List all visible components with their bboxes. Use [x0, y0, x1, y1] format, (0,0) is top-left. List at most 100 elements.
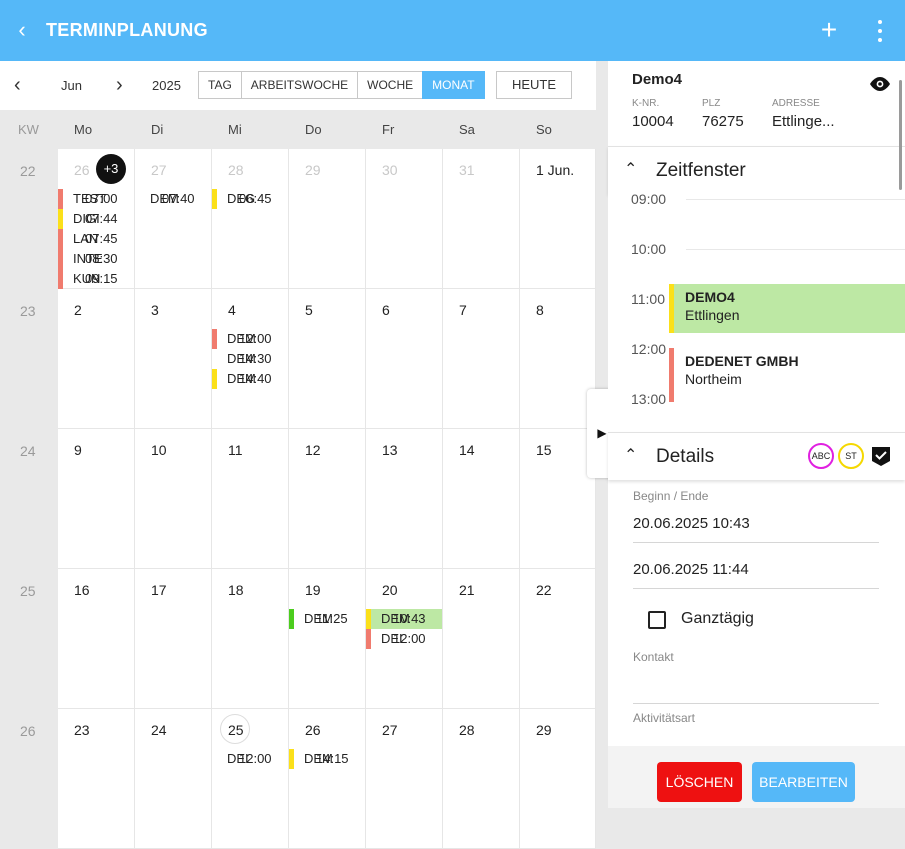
zeitfenster-header[interactable]: ⌃ Zeitfenster	[608, 146, 905, 194]
day-cell[interactable]: 7	[443, 289, 520, 429]
day-cell[interactable]: 13	[366, 429, 443, 569]
ganztaegig-checkbox[interactable]	[648, 611, 666, 629]
day-cell[interactable]: 1 Jun.	[520, 149, 596, 289]
day-cell[interactable]: 22	[520, 569, 596, 709]
day-cell[interactable]: 12	[289, 429, 366, 569]
year-label[interactable]: 2025	[152, 78, 181, 93]
event-item[interactable]: DEM 11:25	[289, 609, 365, 629]
day-cell[interactable]: 4 DEM 12:00 DEM 14:30 DEM 14:40	[212, 289, 289, 429]
day-number: 26	[74, 162, 90, 178]
kw-cell: 24	[0, 429, 58, 569]
event-item[interactable]: DEM 14:40	[212, 369, 288, 389]
event-time: 12:00	[393, 631, 426, 646]
abc-chip[interactable]: ABC	[808, 443, 834, 469]
more-events-badge[interactable]: +3	[96, 154, 126, 184]
day-cell[interactable]: 30	[366, 149, 443, 289]
view-arbeitswoche-button[interactable]: ARBEITSWOCHE	[240, 71, 359, 99]
scrollbar[interactable]	[899, 80, 902, 190]
day-cell[interactable]: 16	[58, 569, 135, 709]
day-cell[interactable]: 6	[366, 289, 443, 429]
day-number: 28	[228, 162, 244, 178]
plz-value: 76275	[702, 113, 744, 130]
view-tag-button[interactable]: TAG	[198, 71, 242, 99]
day-cell[interactable]: 10	[135, 429, 212, 569]
timeline-event-selected[interactable]: DEMO4 Ettlingen	[669, 284, 905, 333]
day-number: 27	[382, 722, 398, 738]
event-item-selected[interactable]: DEM 10:43	[366, 609, 442, 629]
day-cell[interactable]: 28 DEG 06:45	[212, 149, 289, 289]
event-time: 08:30	[85, 251, 118, 266]
ganztaegig-label: Ganztägig	[681, 610, 754, 627]
kontakt-field[interactable]	[633, 703, 879, 704]
kw-number: 25	[20, 583, 36, 599]
day-cell[interactable]: 24	[135, 709, 212, 849]
day-cell[interactable]: 29	[520, 709, 596, 849]
event-item[interactable]: DIGI 07:44	[58, 209, 134, 229]
event-item[interactable]: DEG 06:45	[212, 189, 288, 209]
day-number: 8	[536, 302, 544, 318]
more-vert-icon[interactable]	[868, 15, 892, 45]
day-cell[interactable]: 8	[520, 289, 596, 429]
view-woche-button[interactable]: WOCHE	[357, 71, 424, 99]
day-cell[interactable]: 19 DEM 11:25	[289, 569, 366, 709]
eye-icon[interactable]	[868, 75, 892, 93]
prev-month-icon[interactable]: ‹	[14, 75, 21, 95]
day-cell[interactable]: 26 DEM 14:15	[289, 709, 366, 849]
kw-number: 22	[20, 163, 36, 179]
day-number: 3	[151, 302, 159, 318]
delete-button[interactable]: LÖSCHEN	[657, 762, 742, 802]
view-monat-button[interactable]: MONAT	[422, 71, 485, 99]
event-item[interactable]: DEM 14:30	[212, 349, 288, 369]
event-item[interactable]: DEI 12:00	[212, 749, 288, 769]
adresse-value: Ettlinge...	[772, 113, 835, 130]
beginn-field[interactable]: 20.06.2025 10:43	[633, 515, 750, 532]
day-cell[interactable]: 9	[58, 429, 135, 569]
event-item[interactable]: TEST 07:00	[58, 189, 134, 209]
back-arrow-icon[interactable]: ‹	[12, 18, 32, 42]
event-item[interactable]: DEM 12:00	[212, 329, 288, 349]
edit-button[interactable]: BEARBEITEN	[752, 762, 855, 802]
day-cell[interactable]: 27 DEM 07:40	[135, 149, 212, 289]
day-cell[interactable]: 17	[135, 569, 212, 709]
add-icon[interactable]: +	[815, 15, 843, 45]
today-button[interactable]: HEUTE	[496, 71, 572, 99]
day-cell[interactable]: 2	[58, 289, 135, 429]
customer-title: Demo4	[632, 71, 683, 88]
day-cell[interactable]: 28	[443, 709, 520, 849]
day-number: 17	[151, 582, 167, 598]
ende-field[interactable]: 20.06.2025 11:44	[633, 561, 749, 578]
day-cell[interactable]: 31	[443, 149, 520, 289]
weekday-label: Fr	[382, 122, 395, 137]
time-window: 09:00 10:00 11:00 12:00 13:00 DEMO4 Ettl…	[608, 194, 905, 430]
day-cell-today[interactable]: 25 DEI 12:00	[212, 709, 289, 849]
day-number: 24	[151, 722, 167, 738]
day-cell[interactable]: 20 DEM 10:43 DEI 12:00	[366, 569, 443, 709]
event-item[interactable]: DEM 07:40	[135, 189, 211, 209]
event-item[interactable]: DEM 14:15	[289, 749, 365, 769]
day-cell[interactable]: 26 +3 TEST 07:00 DIGI 07:44 LAN 07:45 INTE 0…	[58, 149, 135, 289]
st-chip[interactable]: ST	[838, 443, 864, 469]
day-cell[interactable]: 3	[135, 289, 212, 429]
day-number: 23	[74, 722, 90, 738]
day-cell[interactable]: 5	[289, 289, 366, 429]
day-cell[interactable]: 27	[366, 709, 443, 849]
event-item[interactable]: INTE 08:30	[58, 249, 134, 269]
day-cell[interactable]: 15	[520, 429, 596, 569]
timeline-event[interactable]: DEDENET GMBH Northeim	[669, 348, 905, 402]
event-item[interactable]: LAN 07:45	[58, 229, 134, 249]
day-cell[interactable]: 14	[443, 429, 520, 569]
day-cell[interactable]: 18	[212, 569, 289, 709]
checkmark-shield-icon[interactable]	[871, 445, 891, 467]
event-time: 11:25	[316, 611, 348, 626]
day-number: 29	[536, 722, 552, 738]
kw-cell: 26	[0, 709, 58, 849]
event-item[interactable]: DEI 12:00	[366, 629, 442, 649]
event-place: Ettlingen	[685, 307, 740, 323]
event-item[interactable]: KUN 09:15	[58, 269, 134, 289]
next-month-icon[interactable]: ›	[116, 75, 123, 95]
day-cell[interactable]: 29	[289, 149, 366, 289]
day-number: 22	[536, 582, 552, 598]
day-cell[interactable]: 23	[58, 709, 135, 849]
day-cell[interactable]: 11	[212, 429, 289, 569]
day-cell[interactable]: 21	[443, 569, 520, 709]
